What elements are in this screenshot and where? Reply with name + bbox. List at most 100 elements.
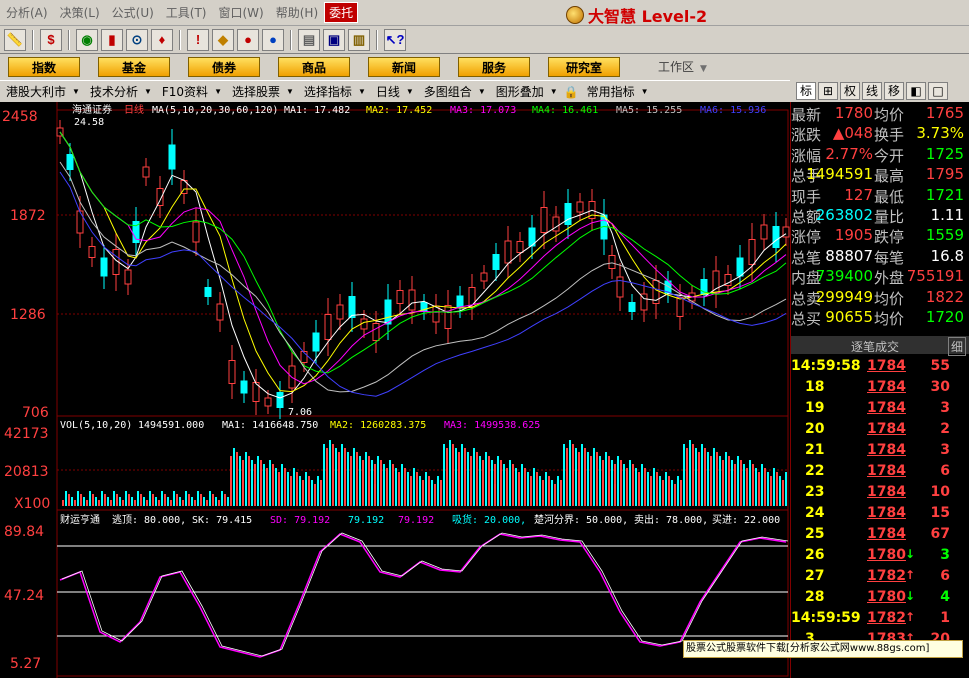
trade-time: 20 xyxy=(805,421,825,437)
indicator-param: 买进: 22.000 xyxy=(712,514,780,526)
candle-body xyxy=(540,207,548,233)
chevron-down-icon[interactable]: ▼ xyxy=(641,87,649,96)
circle-blue-icon[interactable]: ● xyxy=(262,28,284,51)
candles-icon[interactable]: ▮ xyxy=(101,28,123,51)
volume-bar xyxy=(587,452,589,506)
volume-bar xyxy=(674,484,676,506)
menu-analysis[interactable]: 分析(A) xyxy=(0,4,54,21)
lock-icon[interactable]: 🔒 xyxy=(562,85,581,99)
chevron-down-icon[interactable]: ▼ xyxy=(286,87,294,96)
volume-bar xyxy=(632,464,634,506)
bell-icon[interactable]: ♦ xyxy=(151,28,173,51)
trade-row: 19 1784 3 xyxy=(791,400,969,421)
quote-value: 1780 xyxy=(834,104,873,122)
candle-body xyxy=(76,210,84,234)
hk-market-menu[interactable]: 港股大利市 xyxy=(0,83,72,100)
chevron-down-icon[interactable]: ▼ xyxy=(406,87,414,96)
ma2-value: MA2: 17.452 xyxy=(366,105,432,116)
indicator-tick: 5.27 xyxy=(10,656,41,672)
dollar-icon[interactable]: $ xyxy=(40,28,62,51)
tab-quote[interactable]: 标 xyxy=(796,82,816,100)
maximize-icon[interactable]: □ xyxy=(928,82,948,100)
overlay-menu[interactable]: 图形叠加 xyxy=(490,83,550,100)
volume-tick: 20813 xyxy=(4,464,49,480)
chevron-down-icon[interactable]: ▼ xyxy=(144,87,152,96)
menu-help[interactable]: 帮助(H) xyxy=(270,4,324,21)
volume-bar xyxy=(254,464,256,506)
menu-formula[interactable]: 公式(U) xyxy=(106,4,160,21)
kline-chart[interactable]: 2458 1872 1286 706 42173 20813 X100 89.8… xyxy=(0,102,790,678)
select-stock-menu[interactable]: 选择股票 xyxy=(226,83,286,100)
volume-bar xyxy=(521,464,523,506)
brand-logo-icon xyxy=(566,6,584,24)
volume-bar xyxy=(782,480,784,506)
nav-index-button[interactable]: 指数 xyxy=(8,57,80,77)
trade-price: 1780 xyxy=(867,547,906,563)
common-indicator-menu[interactable]: 常用指标 xyxy=(581,83,641,100)
ruler-icon[interactable]: 📏 xyxy=(4,28,26,51)
indicator-icon[interactable]: ◉ xyxy=(76,28,98,51)
volume-bar xyxy=(515,468,517,506)
menu-decision[interactable]: 决策(L) xyxy=(54,4,106,21)
tech-analysis-menu[interactable]: 技术分析 xyxy=(84,83,144,100)
nav-research-button[interactable]: 研究室 xyxy=(548,57,620,77)
volume-bar xyxy=(308,476,310,506)
volume-bar xyxy=(518,472,520,506)
window-toggle-icon[interactable]: ◧ xyxy=(906,82,926,100)
circle-red-icon[interactable]: ● xyxy=(237,28,259,51)
warning-icon[interactable]: ◆ xyxy=(212,28,234,51)
nav-service-button[interactable]: 服务 xyxy=(458,57,530,77)
chevron-down-icon[interactable]: ▼ xyxy=(214,87,222,96)
help-cursor-icon[interactable]: ↖? xyxy=(384,28,406,51)
nav-news-button[interactable]: 新闻 xyxy=(368,57,440,77)
notes-icon[interactable]: ▤ xyxy=(298,28,320,51)
period-menu[interactable]: 日线 xyxy=(370,83,406,100)
candle-body xyxy=(504,240,512,264)
tab-grid[interactable]: ⊞ xyxy=(818,82,838,100)
trade-time: 26 xyxy=(805,547,825,563)
tab-line[interactable]: 线 xyxy=(862,82,882,100)
alert-icon[interactable]: ! xyxy=(187,28,209,51)
volume-bar xyxy=(71,497,73,506)
f10-menu[interactable]: F10资料 xyxy=(156,83,214,100)
menu-trade[interactable]: 委托 xyxy=(324,2,359,23)
binoculars-icon[interactable]: ⊙ xyxy=(126,28,148,51)
volume-bar xyxy=(476,452,478,506)
volume-bar xyxy=(428,476,430,506)
chevron-down-icon[interactable]: ▼ xyxy=(478,87,486,96)
volume-bar xyxy=(446,448,448,506)
indicator-param: SD: 79.192 xyxy=(270,515,330,526)
footer-banner[interactable]: 股票公式股票软件下载[分析家公式网www.88gs.com] xyxy=(683,640,963,658)
indicator-param: 吸货: 20.000, xyxy=(452,513,526,526)
window-icon[interactable]: ▣ xyxy=(323,28,345,51)
chevron-down-icon[interactable]: ▼ xyxy=(72,87,80,96)
volume-bar xyxy=(602,460,604,506)
trades-title: 逐笔成交 xyxy=(851,340,900,354)
nav-fund-button[interactable]: 基金 xyxy=(98,57,170,77)
nav-commodity-button[interactable]: 商品 xyxy=(278,57,350,77)
select-indicator-menu[interactable]: 选择指标 xyxy=(298,83,358,100)
volume-bar xyxy=(527,472,529,506)
books-icon[interactable]: ▥ xyxy=(348,28,370,51)
chevron-down-icon[interactable]: ▼ xyxy=(550,87,558,96)
volume-bar xyxy=(572,444,574,506)
volume-bar xyxy=(374,464,376,506)
candle-body xyxy=(142,166,150,178)
multi-chart-menu[interactable]: 多图组合 xyxy=(418,83,478,100)
nav-bond-button[interactable]: 债券 xyxy=(188,57,260,77)
candle-body xyxy=(736,257,744,277)
chevron-down-icon[interactable]: ▼ xyxy=(358,87,366,96)
volume-bar xyxy=(185,491,187,506)
menu-window[interactable]: 窗口(W) xyxy=(213,4,270,21)
volume-bar xyxy=(524,468,526,506)
candle-body xyxy=(324,314,332,340)
tab-rights[interactable]: 权 xyxy=(840,82,860,100)
volume-bar xyxy=(656,472,658,506)
quote-label: 均价 xyxy=(874,106,905,124)
trades-detail-button[interactable]: 细 xyxy=(947,337,966,356)
volume-bar xyxy=(242,460,244,506)
workspace-menu[interactable]: 工作区 ▼ xyxy=(658,58,707,75)
menu-tools[interactable]: 工具(T) xyxy=(160,4,213,21)
volume-bar xyxy=(584,448,586,506)
tab-move[interactable]: 移 xyxy=(884,82,904,100)
